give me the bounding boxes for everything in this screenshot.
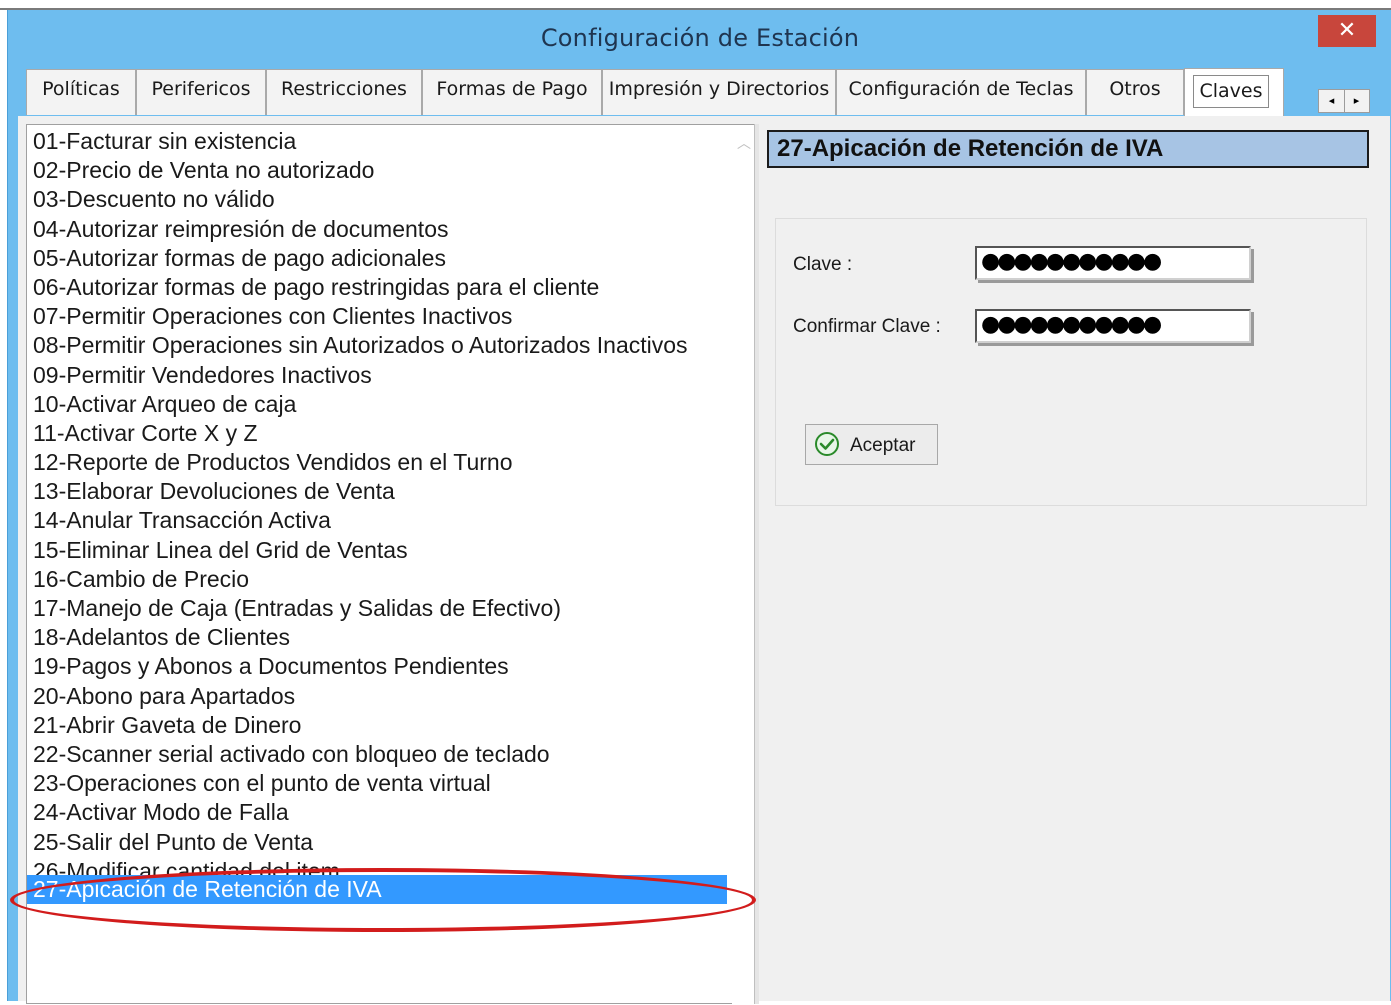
tab-label: Configuración de Teclas	[848, 78, 1074, 100]
tab-label: Claves	[1199, 80, 1263, 102]
panel-divider	[754, 124, 759, 1004]
aceptar-label: Aceptar	[850, 435, 916, 456]
list-item[interactable]: 23-Operaciones con el punto de venta vir…	[27, 769, 727, 798]
list-item[interactable]: 10-Activar Arqueo de caja	[27, 390, 727, 419]
tab-label: Impresión y Directorios	[608, 78, 830, 100]
list-item[interactable]: 15-Eliminar Linea del Grid de Ventas	[27, 536, 727, 565]
list-item[interactable]: 08-Permitir Operaciones sin Autorizados …	[27, 331, 727, 360]
list-item[interactable]: 06-Autorizar formas de pago restringidas…	[27, 273, 727, 302]
tab-otros[interactable]: Otros	[1086, 69, 1184, 115]
list-scrollbar[interactable]: ︿	[732, 125, 756, 1005]
list-item[interactable]: 27-Apicación de Retención de IVA	[27, 874, 727, 904]
list-item[interactable]: 05-Autorizar formas de pago adicionales	[27, 244, 727, 273]
selected-key-header: 27-Apicación de Retención de IVA	[767, 130, 1369, 168]
clave-password-input[interactable]: ●●●●●●●●●●●	[975, 246, 1251, 280]
tab-impresion-directorios[interactable]: Impresión y Directorios	[602, 69, 836, 115]
tab-politicas[interactable]: Políticas	[26, 69, 136, 115]
tab-label: Perifericos	[151, 78, 251, 100]
list-item[interactable]: 14-Anular Transacción Activa	[27, 506, 727, 535]
list-item[interactable]: 04-Autorizar reimpresión de documentos	[27, 215, 727, 244]
list-item[interactable]: 24-Activar Modo de Falla	[27, 798, 727, 827]
list-item[interactable]: 01-Facturar sin existencia	[27, 127, 727, 156]
tab-scroll-buttons: ◂ ▸	[1318, 89, 1370, 113]
tab-label: Otros	[1109, 78, 1161, 100]
tab-formas-de-pago[interactable]: Formas de Pago	[422, 69, 602, 115]
tab-perifericos[interactable]: Perifericos	[136, 69, 266, 115]
tab-claves[interactable]: Claves	[1184, 68, 1284, 116]
title-bar[interactable]: Configuración de Estación ✕	[8, 10, 1391, 70]
keys-listbox[interactable]: 01-Facturar sin existencia 02-Precio de V…	[26, 124, 756, 1005]
list-item[interactable]: 02-Precio de Venta no autorizado	[27, 156, 727, 185]
list-item[interactable]: 25-Salir del Punto de Venta	[27, 828, 727, 857]
list-item[interactable]: 22-Scanner serial activado con bloqueo d…	[27, 740, 727, 769]
confirmar-clave-password-input[interactable]: ●●●●●●●●●●●	[975, 309, 1251, 343]
check-circle-icon	[815, 432, 839, 456]
close-button[interactable]: ✕	[1318, 15, 1376, 47]
list-item[interactable]: 26-Modificar cantidad del item	[27, 857, 727, 875]
tab-label: Formas de Pago	[436, 78, 588, 100]
tab-scroll-left-icon[interactable]: ◂	[1319, 90, 1345, 112]
list-item[interactable]: 07-Permitir Operaciones con Clientes Ina…	[27, 302, 727, 331]
confirmar-clave-label: Confirmar Clave :	[793, 316, 941, 337]
tab-scroll-right-icon[interactable]: ▸	[1344, 90, 1369, 112]
aceptar-button[interactable]: Aceptar	[805, 424, 938, 465]
tab-content-claves: 01-Facturar sin existencia 02-Precio de V…	[10, 116, 1390, 1005]
list-item[interactable]: 03-Descuento no válido	[27, 185, 727, 214]
tab-strip: Políticas Perifericos Restricciones Form…	[16, 68, 1388, 117]
clave-label: Clave :	[793, 254, 853, 275]
list-item[interactable]: 20-Abono para Apartados	[27, 682, 727, 711]
tab-label: Políticas	[42, 78, 120, 100]
tab-label: Restricciones	[281, 78, 407, 100]
tab-configuracion-teclas[interactable]: Configuración de Teclas	[836, 69, 1086, 115]
list-item[interactable]: 17-Manejo de Caja (Entradas y Salidas de…	[27, 594, 727, 623]
list-item[interactable]: 19-Pagos y Abonos a Documentos Pendiente…	[27, 652, 727, 681]
keys-list: 01-Facturar sin existencia 02-Precio de V…	[27, 127, 727, 904]
top-border	[0, 0, 1391, 10]
scroll-up-icon[interactable]: ︿	[737, 133, 751, 153]
tab-restricciones[interactable]: Restricciones	[266, 69, 422, 115]
close-icon: ✕	[1337, 18, 1357, 43]
list-item[interactable]: 21-Abrir Gaveta de Dinero	[27, 711, 727, 740]
list-item[interactable]: 13-Elaborar Devoluciones de Venta	[27, 477, 727, 506]
list-item[interactable]: 18-Adelantos de Clientes	[27, 623, 727, 652]
list-item[interactable]: 16-Cambio de Precio	[27, 565, 727, 594]
list-item[interactable]: 09-Permitir Vendedores Inactivos	[27, 361, 727, 390]
list-item[interactable]: 11-Activar Corte X y Z	[27, 419, 727, 448]
window-title: Configuración de Estación	[540, 24, 860, 52]
list-item[interactable]: 12-Reporte de Productos Vendidos en el T…	[27, 448, 727, 477]
config-window: Configuración de Estación ✕ Políticas Pe…	[7, 10, 1391, 1005]
